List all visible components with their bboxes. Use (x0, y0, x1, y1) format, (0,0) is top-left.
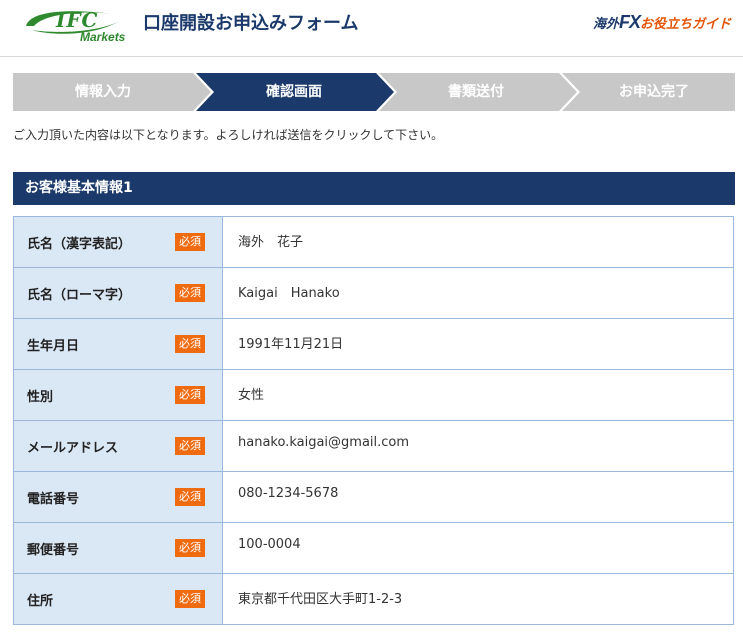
ifc-markets-logo[interactable]: IFC Markets (22, 6, 125, 44)
guide-fx: FX (618, 12, 641, 32)
fx-guide-logo[interactable]: 海外FXお役立ちガイド (593, 12, 731, 33)
row-label-cell: 氏名（ローマ字） 必須 (13, 267, 223, 319)
row-value-cell: Kaigai Hanako (222, 267, 734, 319)
field-label-email: メールアドレス (27, 441, 119, 456)
required-badge: 必須 (175, 284, 205, 302)
step-4-label: お申込完了 (619, 84, 689, 100)
field-label-birthdate: 生年月日 (27, 339, 80, 354)
row-label-cell: 住所 必須 (13, 573, 223, 625)
table-row: 電話番号 必須 080-1234-5678 (13, 471, 734, 523)
row-label-cell: 性別 必須 (13, 369, 223, 421)
guide-prefix: 海外 (592, 16, 619, 31)
guide-suffix: お役立ちガイド (639, 16, 731, 31)
row-value-cell: 100-0004 (222, 522, 734, 574)
table-row: 生年月日 必須 1991年11月21日 (13, 318, 734, 370)
required-badge: 必須 (175, 539, 205, 557)
table-row: 氏名（漢字表記） 必須 海外 花子 (13, 216, 734, 268)
row-label-cell: 郵便番号 必須 (13, 522, 223, 574)
field-label-phone: 電話番号 (27, 492, 80, 507)
required-badge: 必須 (175, 437, 205, 455)
field-label-gender: 性別 (27, 390, 54, 405)
page-title: 口座開設お申込みフォーム (143, 13, 359, 34)
row-label-cell: 氏名（漢字表記） 必須 (13, 216, 223, 268)
field-value-birthdate: 1991年11月21日 (238, 337, 344, 352)
intro-text: ご入力頂いた内容は以下となります。よろしければ送信をクリックして下さい。 (13, 128, 444, 142)
required-badge: 必須 (175, 488, 205, 506)
required-badge: 必須 (175, 233, 205, 251)
row-value-cell: hanako.kaigai@gmail.com (222, 420, 734, 472)
field-value-postal-code: 100-0004 (238, 537, 301, 552)
field-value-address: 東京都千代田区大手町1-2-3 (238, 592, 403, 607)
row-label-cell: 電話番号 必須 (13, 471, 223, 523)
row-value-cell: 東京都千代田区大手町1-2-3 (222, 573, 734, 625)
table-row: 郵便番号 必須 100-0004 (13, 522, 734, 574)
field-label-postal-code: 郵便番号 (27, 543, 80, 558)
row-value-cell: 1991年11月21日 (222, 318, 734, 370)
logo-text: IFC (56, 8, 99, 32)
field-value-name-roman: Kaigai Hanako (238, 286, 340, 301)
field-label-name-kanji: 氏名（漢字表記） (27, 237, 132, 252)
field-value-gender: 女性 (238, 388, 265, 403)
required-badge: 必須 (175, 590, 205, 608)
table-row: メールアドレス 必須 hanako.kaigai@gmail.com (13, 420, 734, 472)
required-badge: 必須 (175, 335, 205, 353)
required-badge: 必須 (175, 386, 205, 404)
field-label-address: 住所 (27, 594, 54, 609)
field-label-name-roman: 氏名（ローマ字） (27, 288, 132, 303)
field-value-phone: 080-1234-5678 (238, 486, 339, 501)
field-value-email: hanako.kaigai@gmail.com (238, 435, 410, 450)
step-2-label: 確認画面 (266, 84, 322, 100)
table-row: 性別 必須 女性 (13, 369, 734, 421)
step-1-label: 情報入力 (75, 84, 131, 100)
row-value-cell: 女性 (222, 369, 734, 421)
table-row: 氏名（ローマ字） 必須 Kaigai Hanako (13, 267, 734, 319)
customer-info-table: 氏名（漢字表記） 必須 海外 花子 氏名（ローマ字） 必須 Kaigai Han… (13, 216, 734, 625)
row-label-cell: メールアドレス 必須 (13, 420, 223, 472)
field-value-name-kanji: 海外 花子 (238, 235, 304, 250)
progress-steps: 情報入力 確認画面 書類送付 お申込完了 (13, 73, 735, 111)
row-label-cell: 生年月日 必須 (13, 318, 223, 370)
page-header: IFC Markets 口座開設お申込みフォーム 海外FXお役立ちガイド (0, 0, 743, 57)
step-3-label: 書類送付 (448, 84, 504, 100)
logo-subtext: Markets (80, 30, 126, 44)
row-value-cell: 海外 花子 (222, 216, 734, 268)
row-value-cell: 080-1234-5678 (222, 471, 734, 523)
table-row: 住所 必須 東京都千代田区大手町1-2-3 (13, 573, 734, 625)
section-heading: お客様基本情報1 (13, 172, 735, 205)
